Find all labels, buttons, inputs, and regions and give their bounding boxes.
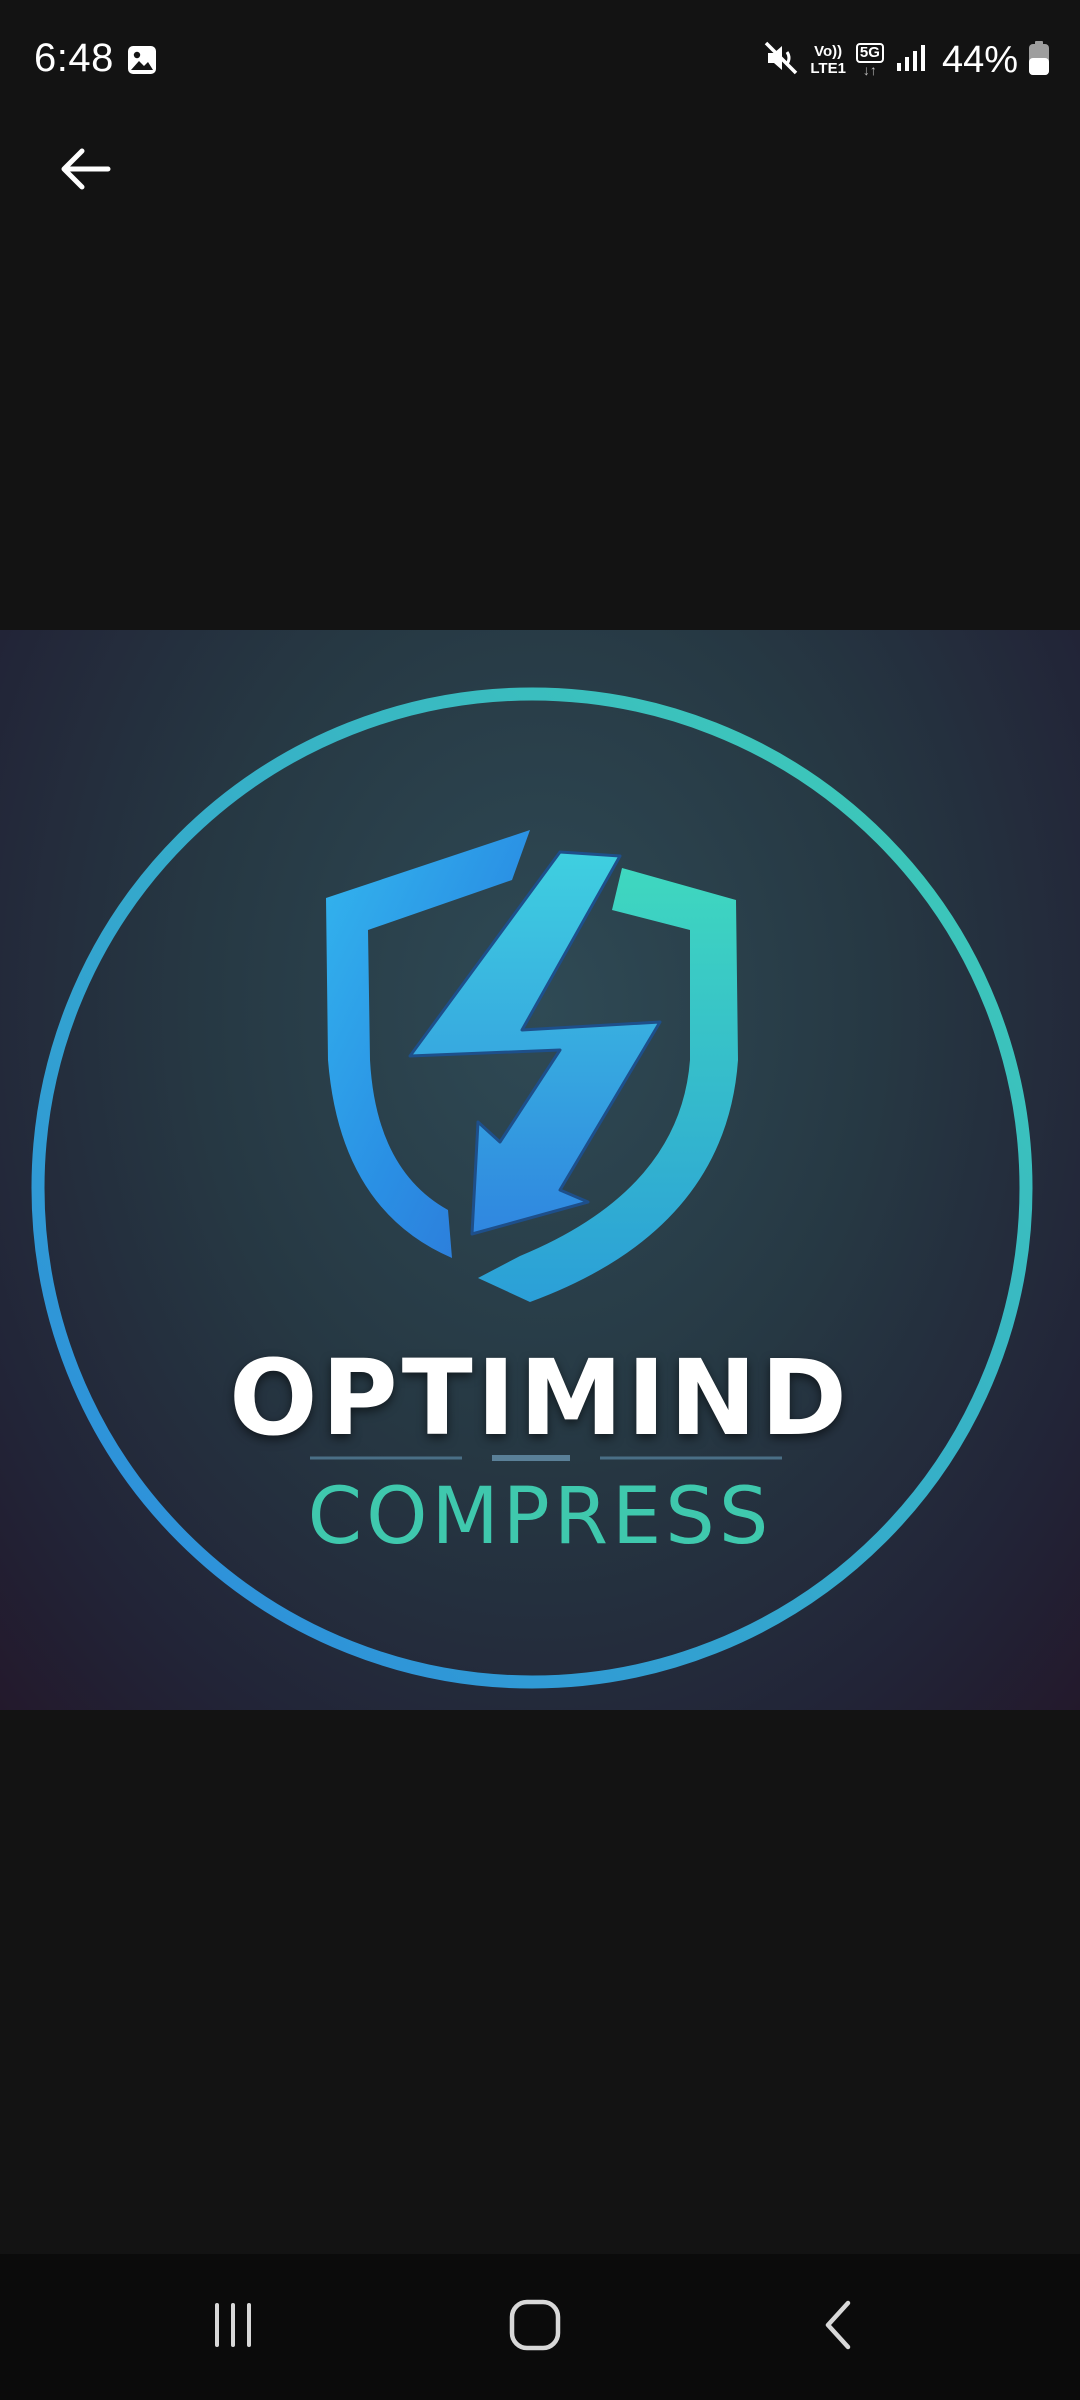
logo-subtitle: COMPRESS <box>307 1472 773 1562</box>
image-viewer-screen: 6:48 Vo)) LTE1 5G ↓↑ 44% OPTIMIND COMPRE… <box>0 0 1080 2400</box>
home-icon <box>507 2297 563 2358</box>
back-button[interactable] <box>50 142 118 200</box>
image-icon <box>126 44 158 76</box>
recents-button[interactable] <box>153 2254 313 2400</box>
chevron-left-icon <box>818 2297 858 2358</box>
volte-top-label: Vo)) <box>814 43 843 60</box>
mute-icon <box>762 39 800 82</box>
nav-back-button[interactable] <box>758 2254 918 2400</box>
signal-icon <box>894 41 928 80</box>
network-indicator: 5G ↓↑ <box>855 43 884 78</box>
logo-title: OPTIMIND <box>229 1337 851 1459</box>
battery-percentage: 44% <box>941 38 1018 81</box>
battery-icon <box>1028 40 1050 81</box>
arrow-left-icon <box>56 145 112 198</box>
volte-indicator: Vo)) LTE1 <box>810 43 846 77</box>
recents-icon <box>207 2299 259 2356</box>
status-indicators: Vo)) LTE1 5G ↓↑ 44% <box>752 34 1050 86</box>
navigation-bar <box>0 2254 1080 2400</box>
volte-bottom-label: LTE1 <box>810 60 846 77</box>
network-type-label: 5G <box>855 43 884 63</box>
status-bar: 6:48 Vo)) LTE1 5G ↓↑ 44% <box>0 0 1080 120</box>
status-time: 6:48 <box>34 36 114 80</box>
home-button[interactable] <box>455 2254 615 2400</box>
data-activity-arrows: ↓↑ <box>862 62 877 78</box>
